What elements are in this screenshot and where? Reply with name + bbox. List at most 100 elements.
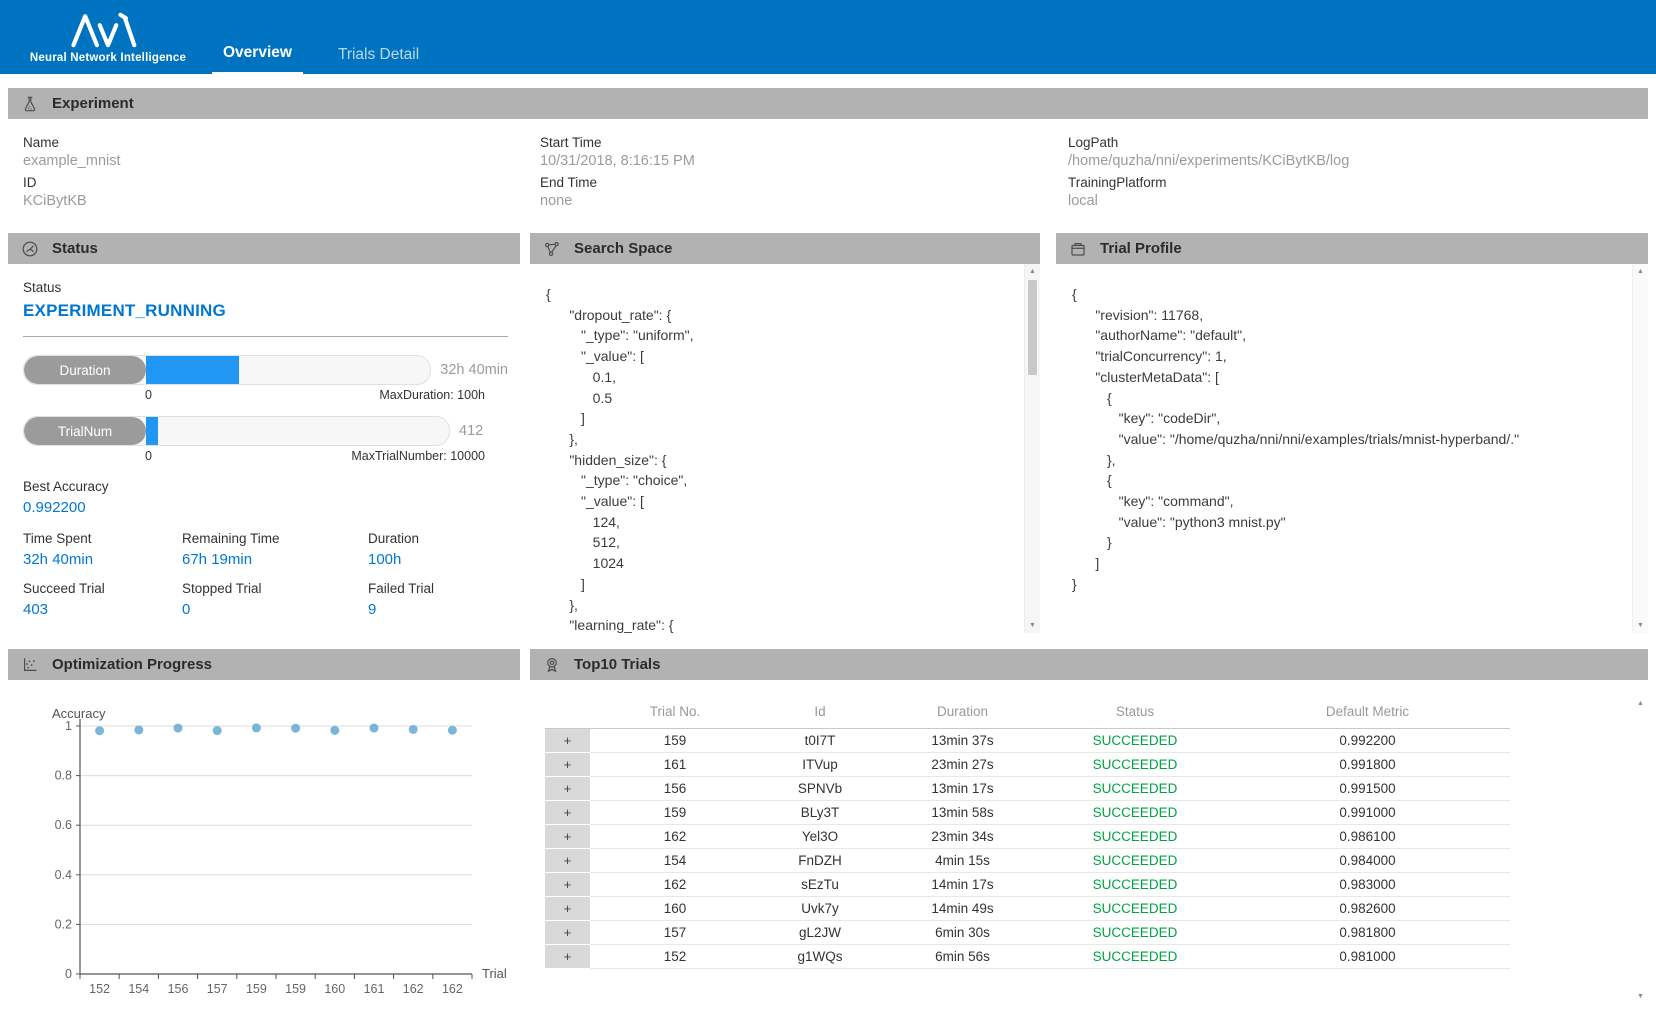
- expand-row-button[interactable]: +: [545, 849, 590, 873]
- trialnum-bar-track: [146, 417, 449, 445]
- cell-status: SUCCEEDED: [1045, 921, 1225, 945]
- col-status: Status: [1045, 698, 1225, 729]
- stat-label: Remaining Time: [182, 531, 368, 546]
- cell-trial-no: 152: [590, 945, 760, 969]
- expand-row-button[interactable]: +: [545, 873, 590, 897]
- top10-title: Top10 Trials: [574, 656, 660, 673]
- search-space-json: { "dropout_rate": { "_type": "uniform", …: [530, 264, 1040, 633]
- cell-id: Yel3O: [760, 825, 880, 849]
- cell-trial-no: 161: [590, 753, 760, 777]
- field-label: LogPath: [1068, 135, 1656, 150]
- cell-status: SUCCEEDED: [1045, 753, 1225, 777]
- svg-text:159: 159: [246, 982, 267, 996]
- trialnum-value: 412: [459, 423, 483, 439]
- table-row: + 162 sEzTu 14min 17s SUCCEEDED 0.983000: [545, 873, 1510, 897]
- cell-metric: 0.991500: [1225, 777, 1510, 801]
- cell-id: BLy3T: [760, 801, 880, 825]
- svg-text:Trial: Trial: [482, 966, 507, 981]
- tab-overview[interactable]: Overview: [212, 44, 303, 74]
- field-value: example_mnist: [23, 153, 540, 169]
- expand-row-button[interactable]: +: [545, 825, 590, 849]
- scroll-up-arrow[interactable]: ▲: [1633, 700, 1648, 707]
- expand-row-button[interactable]: +: [545, 945, 590, 969]
- table-row: + 157 gL2JW 6min 30s SUCCEEDED 0.981800: [545, 921, 1510, 945]
- status-stats-grid: Time Spent 32h 40min Remaining Time 67h …: [23, 531, 508, 618]
- trial-profile-scrollbar[interactable]: ▲ ▼: [1632, 264, 1648, 633]
- field-value: none: [540, 193, 1068, 209]
- scroll-down-arrow[interactable]: ▼: [1633, 622, 1648, 629]
- scrollbar-thumb[interactable]: [1028, 280, 1037, 375]
- table-row: + 159 t0I7T 13min 37s SUCCEEDED 0.992200: [545, 729, 1510, 753]
- col-expand: [545, 698, 590, 729]
- cell-id: SPNVb: [760, 777, 880, 801]
- cell-id: sEzTu: [760, 873, 880, 897]
- cell-metric: 0.983000: [1225, 873, 1510, 897]
- top10-scrollbar[interactable]: ▲ ▼: [1633, 700, 1648, 1000]
- expand-row-button[interactable]: +: [545, 753, 590, 777]
- svg-text:0.4: 0.4: [55, 868, 72, 882]
- cell-duration: 23min 27s: [880, 753, 1045, 777]
- cell-trial-no: 154: [590, 849, 760, 873]
- scroll-down-arrow[interactable]: ▼: [1025, 622, 1040, 629]
- stat-value: 32h 40min: [23, 551, 182, 568]
- duration-bar-label: Duration: [24, 356, 146, 384]
- svg-text:0: 0: [65, 967, 72, 981]
- cell-status: SUCCEEDED: [1045, 849, 1225, 873]
- svg-text:161: 161: [364, 982, 385, 996]
- col-trial-no: Trial No.: [590, 698, 760, 729]
- svg-text:1: 1: [65, 719, 72, 733]
- field-value: local: [1068, 193, 1656, 209]
- svg-text:162: 162: [442, 982, 463, 996]
- stat-label: Time Spent: [23, 531, 182, 546]
- trial-profile-section-bar: Trial Profile: [1056, 233, 1648, 264]
- trialnum-bar-fill: [146, 417, 158, 445]
- expand-row-button[interactable]: +: [545, 921, 590, 945]
- optimization-title: Optimization Progress: [52, 656, 212, 673]
- cell-status: SUCCEEDED: [1045, 825, 1225, 849]
- tab-trials-detail[interactable]: Trials Detail: [327, 46, 430, 74]
- duration-progress-bar: Duration: [23, 355, 431, 385]
- trialnum-progress-bar: TrialNum: [23, 416, 450, 446]
- top10-panel: Top10 Trials Trial No. Id Duration Statu…: [530, 649, 1648, 1030]
- status-section-bar: Status: [8, 233, 520, 264]
- col-duration: Duration: [880, 698, 1045, 729]
- search-space-scrollbar[interactable]: ▲ ▼: [1024, 264, 1040, 633]
- stat-value: 0: [182, 601, 368, 618]
- table-row: + 154 FnDZH 4min 15s SUCCEEDED 0.984000: [545, 849, 1510, 873]
- cell-trial-no: 156: [590, 777, 760, 801]
- scroll-up-arrow[interactable]: ▲: [1633, 268, 1648, 275]
- search-space-section-bar: Search Space: [530, 233, 1040, 264]
- expand-row-button[interactable]: +: [545, 777, 590, 801]
- stat-value: 100h: [368, 551, 508, 568]
- stat-label: Failed Trial: [368, 581, 508, 596]
- stat-label: Duration: [368, 531, 508, 546]
- stat-value: 67h 19min: [182, 551, 368, 568]
- expand-row-button[interactable]: +: [545, 729, 590, 753]
- cell-status: SUCCEEDED: [1045, 945, 1225, 969]
- duration-bar-fill: [146, 356, 239, 384]
- expand-row-button[interactable]: +: [545, 897, 590, 921]
- trialnum-bar-label: TrialNum: [24, 417, 146, 445]
- cell-status: SUCCEEDED: [1045, 873, 1225, 897]
- best-accuracy-value: 0.992200: [23, 499, 508, 516]
- cell-metric: 0.981000: [1225, 945, 1510, 969]
- cell-duration: 13min 17s: [880, 777, 1045, 801]
- duration-max: MaxDuration: 100h: [379, 388, 485, 402]
- logo-text: Neural Network Intelligence: [30, 52, 186, 64]
- scroll-up-arrow[interactable]: ▲: [1025, 268, 1040, 275]
- svg-text:152: 152: [89, 982, 110, 996]
- trialnum-min: 0: [145, 449, 152, 463]
- cell-id: t0I7T: [760, 729, 880, 753]
- trial-profile-panel: Trial Profile { "revision": 11768, "auth…: [1056, 233, 1648, 649]
- cell-trial-no: 159: [590, 801, 760, 825]
- status-label: Status: [23, 280, 508, 295]
- cell-id: ITVup: [760, 753, 880, 777]
- expand-row-button[interactable]: +: [545, 801, 590, 825]
- cell-id: g1WQs: [760, 945, 880, 969]
- cell-metric: 0.992200: [1225, 729, 1510, 753]
- trial-profile-json: { "revision": 11768, "authorName": "defa…: [1056, 264, 1648, 633]
- scroll-down-arrow[interactable]: ▼: [1633, 993, 1648, 1000]
- cell-status: SUCCEEDED: [1045, 729, 1225, 753]
- status-title: Status: [52, 240, 98, 257]
- trialnum-max: MaxTrialNumber: 10000: [351, 449, 485, 463]
